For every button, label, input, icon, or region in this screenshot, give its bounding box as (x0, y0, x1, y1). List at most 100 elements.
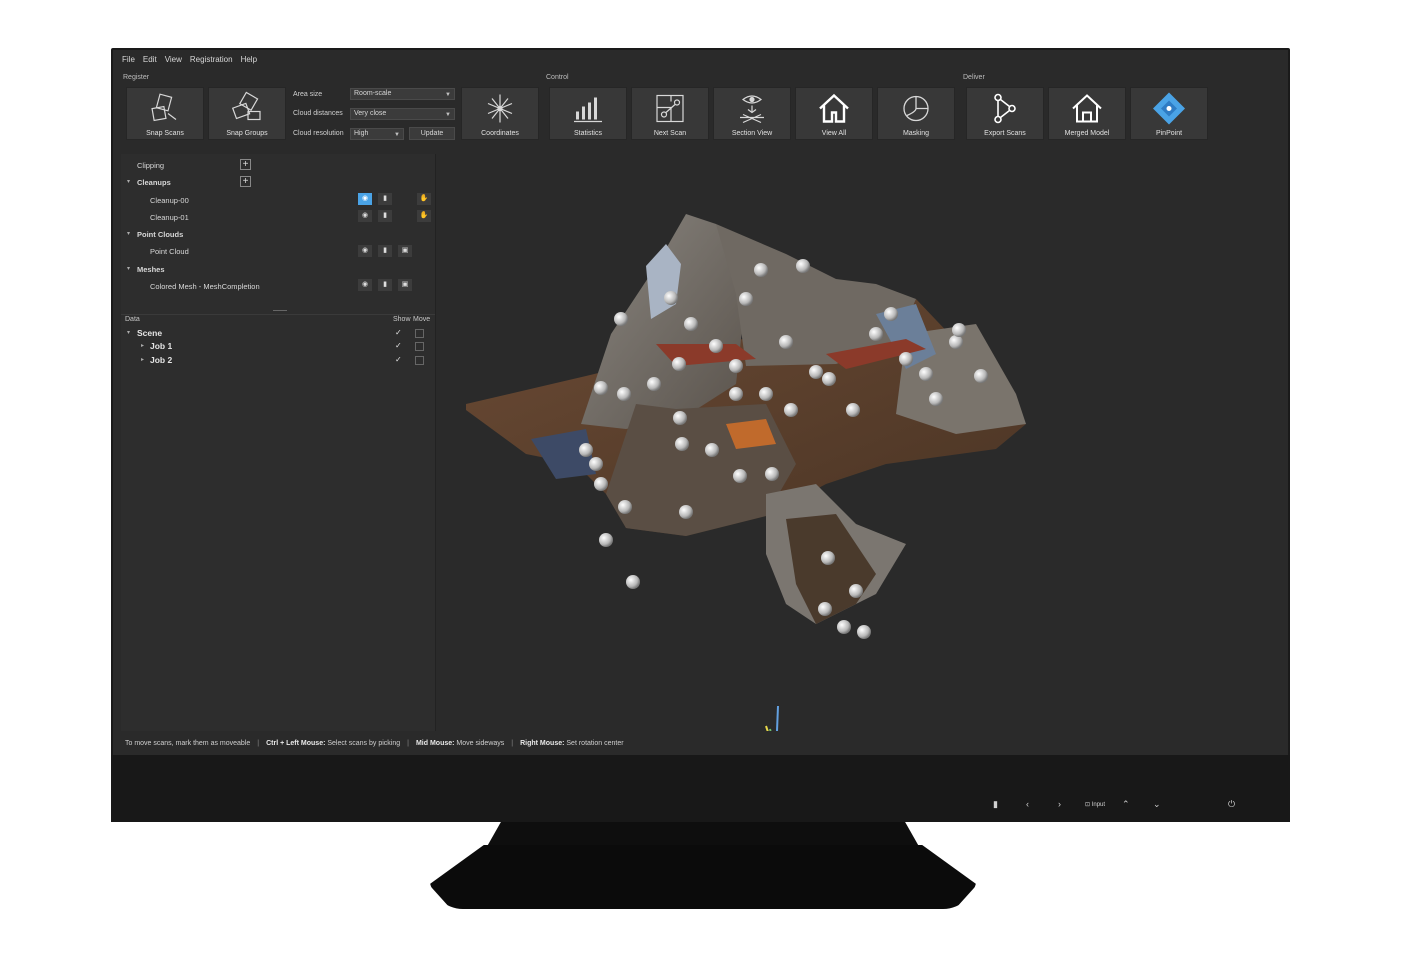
3d-viewport[interactable] (436, 154, 1288, 755)
scan-position-marker[interactable] (779, 335, 793, 349)
scene-show-checkbox[interactable]: ✓ (395, 328, 402, 337)
scan-position-marker[interactable] (599, 533, 613, 547)
statistics-button[interactable]: Statistics (549, 87, 627, 140)
job-1-show-checkbox[interactable]: ✓ (395, 341, 402, 350)
job-1-node[interactable]: Job 1 (150, 341, 172, 351)
update-button[interactable]: Update (409, 127, 455, 140)
scan-position-marker[interactable] (705, 443, 719, 457)
scan-position-marker[interactable] (709, 339, 723, 353)
chevron-down-icon[interactable]: ▾ (127, 265, 130, 272)
job-2-node[interactable]: Job 2 (150, 355, 172, 365)
scan-position-marker[interactable] (672, 357, 686, 371)
trash-icon[interactable]: ▮ (378, 193, 392, 205)
scan-position-marker[interactable] (754, 263, 768, 277)
export-scans-button[interactable]: Export Scans (966, 87, 1044, 140)
monitor-menu-button[interactable]: ▮ (993, 799, 998, 810)
scan-position-marker[interactable] (589, 457, 603, 471)
pinpoint-button[interactable]: PinPoint (1130, 87, 1208, 140)
scan-position-marker[interactable] (733, 469, 747, 483)
coordinates-button[interactable]: Coordinates (461, 87, 539, 140)
area-size-select[interactable]: Room-scale ▼ (350, 88, 455, 100)
scan-position-marker[interactable] (919, 367, 933, 381)
scan-position-marker[interactable] (594, 381, 608, 395)
scan-position-marker[interactable] (796, 259, 810, 273)
cloud-resolution-select[interactable]: High ▼ (350, 128, 404, 140)
scan-position-marker[interactable] (884, 307, 898, 321)
scan-position-marker[interactable] (837, 620, 851, 634)
scan-position-marker[interactable] (849, 584, 863, 598)
scan-position-marker[interactable] (899, 352, 913, 366)
eye-icon[interactable]: ◉ (358, 193, 372, 205)
scan-position-marker[interactable] (765, 467, 779, 481)
hand-icon[interactable]: ✋ (417, 210, 431, 222)
menu-file[interactable]: File (122, 55, 135, 64)
scan-position-marker[interactable] (818, 602, 832, 616)
scan-position-marker[interactable] (684, 317, 698, 331)
scan-position-marker[interactable] (952, 323, 966, 337)
scene-move-checkbox[interactable] (415, 329, 424, 338)
eye-icon[interactable]: ◉ (358, 210, 372, 222)
next-scan-button[interactable]: Next Scan (631, 87, 709, 140)
scan-position-marker[interactable] (784, 403, 798, 417)
scan-position-marker[interactable] (614, 312, 628, 326)
cloud-distances-select[interactable]: Very close ▼ (350, 108, 455, 120)
scan-position-marker[interactable] (626, 575, 640, 589)
job-2-show-checkbox[interactable]: ✓ (395, 355, 402, 364)
menu-registration[interactable]: Registration (190, 55, 233, 64)
hand-icon[interactable]: ✋ (417, 193, 431, 205)
menu-view[interactable]: View (165, 55, 182, 64)
scan-position-marker[interactable] (846, 403, 860, 417)
add-cleanup-button[interactable]: + (240, 176, 251, 187)
chevron-right-icon[interactable]: ▸ (141, 356, 144, 363)
scan-position-marker[interactable] (759, 387, 773, 401)
chevron-down-icon[interactable]: ▾ (127, 329, 130, 336)
monitor-up-button[interactable]: ⌃ (1122, 799, 1130, 810)
scan-position-marker[interactable] (729, 359, 743, 373)
monitor-right-button[interactable]: › (1058, 799, 1061, 809)
view-all-button[interactable]: View All (795, 87, 873, 140)
splitter-handle[interactable] (273, 310, 287, 311)
scan-position-marker[interactable] (857, 625, 871, 639)
scan-position-marker[interactable] (949, 335, 963, 349)
trash-icon[interactable]: ▮ (378, 245, 392, 257)
scan-position-marker[interactable] (739, 292, 753, 306)
scan-position-marker[interactable] (647, 377, 661, 391)
snap-scans-button[interactable]: Snap Scans (126, 87, 204, 140)
scan-position-marker[interactable] (679, 505, 693, 519)
point-cloud-model[interactable] (436, 154, 1288, 755)
eye-icon[interactable]: ◉ (358, 279, 372, 291)
monitor-input-button[interactable]: ⊡ Input (1085, 801, 1105, 808)
trash-icon[interactable]: ▮ (378, 210, 392, 222)
scan-position-marker[interactable] (929, 392, 943, 406)
scan-position-marker[interactable] (822, 372, 836, 386)
scan-position-marker[interactable] (974, 369, 988, 383)
chevron-down-icon[interactable]: ▾ (127, 230, 130, 237)
section-view-button[interactable]: Section View (713, 87, 791, 140)
monitor-left-button[interactable]: ‹ (1026, 799, 1029, 809)
scan-position-marker[interactable] (821, 551, 835, 565)
snap-groups-button[interactable]: Snap Groups (208, 87, 286, 140)
scan-position-marker[interactable] (594, 477, 608, 491)
save-icon[interactable]: ▣ (398, 279, 412, 291)
monitor-down-button[interactable]: ⌄ (1153, 799, 1161, 810)
scan-position-marker[interactable] (675, 437, 689, 451)
menu-edit[interactable]: Edit (143, 55, 157, 64)
chevron-right-icon[interactable]: ▸ (141, 342, 144, 349)
scene-node[interactable]: Scene (137, 328, 162, 338)
scan-position-marker[interactable] (617, 387, 631, 401)
eye-icon[interactable]: ◉ (358, 245, 372, 257)
job-2-move-checkbox[interactable] (415, 356, 424, 365)
masking-button[interactable]: Masking (877, 87, 955, 140)
scan-position-marker[interactable] (618, 500, 632, 514)
chevron-down-icon[interactable]: ▾ (127, 178, 130, 185)
scan-position-marker[interactable] (729, 387, 743, 401)
scan-position-marker[interactable] (809, 365, 823, 379)
monitor-power-button[interactable]: ⏻ (1228, 799, 1235, 810)
merged-model-button[interactable]: Merged Model (1048, 87, 1126, 140)
scan-position-marker[interactable] (579, 443, 593, 457)
scan-position-marker[interactable] (673, 411, 687, 425)
save-icon[interactable]: ▣ (398, 245, 412, 257)
menu-help[interactable]: Help (241, 55, 257, 64)
scan-position-marker[interactable] (869, 327, 883, 341)
add-clipping-button[interactable]: + (240, 159, 251, 170)
